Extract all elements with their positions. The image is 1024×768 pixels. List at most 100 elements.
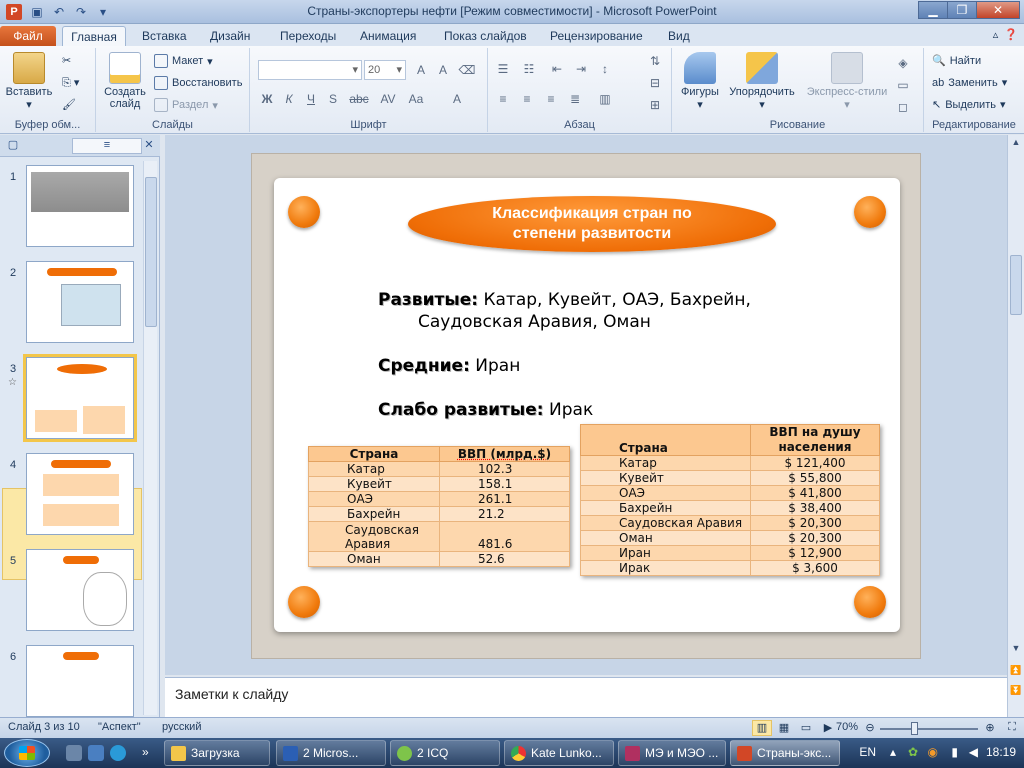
theme-name[interactable]: "Аспект" xyxy=(98,721,141,733)
section-button[interactable]: Раздел ▾ xyxy=(154,98,218,112)
smartart-icon[interactable]: ⊞ xyxy=(646,96,664,114)
start-button[interactable] xyxy=(4,739,50,767)
close-button[interactable]: ✕ xyxy=(976,1,1020,19)
columns-icon[interactable]: ▥ xyxy=(596,90,614,108)
help-icon[interactable]: ❓ xyxy=(1004,28,1018,41)
thumbnail-slide-3[interactable] xyxy=(23,354,137,442)
grow-font-icon[interactable]: A xyxy=(412,61,430,79)
reset-button[interactable]: Восстановить xyxy=(154,76,242,90)
find-button[interactable]: 🔍 Найти xyxy=(932,54,981,68)
zoom-slider-handle[interactable] xyxy=(911,722,918,735)
zoom-slider-track[interactable] xyxy=(880,728,978,730)
minimize-button[interactable]: ▁ xyxy=(918,1,948,19)
layout-button[interactable]: Макет ▾ xyxy=(154,54,213,68)
shadow-icon[interactable]: S xyxy=(324,90,342,108)
shape-outline-icon[interactable]: ▭ xyxy=(894,76,912,94)
shape-effects-icon[interactable]: ◻ xyxy=(894,98,912,116)
network-icon[interactable]: ▮ xyxy=(951,745,958,759)
thumbnail-slide-5[interactable] xyxy=(26,549,134,631)
tab-slideshow[interactable]: Показ слайдов xyxy=(436,26,535,46)
font-size-combo[interactable]: 20 ▾ xyxy=(364,60,406,80)
notes-pane[interactable]: Заметки к слайду xyxy=(165,677,1007,717)
thumbnail-slide-6[interactable] xyxy=(26,645,134,717)
zoom-out-icon[interactable]: ⊖ xyxy=(860,720,880,736)
task-browser[interactable]: Kate Lunko... xyxy=(504,740,614,766)
tab-file[interactable]: Файл xyxy=(0,26,56,46)
arrange-button[interactable]: Упорядочить ▾ xyxy=(724,52,800,111)
editor-vertical-scrollbar[interactable]: ▲ ▼ ⏫ ⏬ xyxy=(1007,135,1024,717)
previous-slide-icon[interactable]: ⏫ xyxy=(1010,665,1022,679)
thumbnail-slide-4[interactable] xyxy=(26,453,134,535)
tray-expand-icon[interactable]: ▴ xyxy=(890,745,896,759)
internet-explorer-icon[interactable] xyxy=(110,745,126,761)
align-text-icon[interactable]: ⊟ xyxy=(646,74,664,92)
shrink-font-icon[interactable]: A xyxy=(434,61,452,79)
scroll-up-icon[interactable]: ▲ xyxy=(1010,137,1022,151)
slide-title[interactable]: Классификация стран по степени развитост… xyxy=(408,196,776,252)
task-word[interactable]: 2 Micros... xyxy=(276,740,386,766)
align-right-icon[interactable]: ≡ xyxy=(542,90,560,108)
developed-countries-line2[interactable]: Саудовская Аравия, Оман xyxy=(418,312,651,332)
slideshow-view-icon[interactable]: ▶ xyxy=(818,720,838,736)
tab-animation[interactable]: Анимация xyxy=(352,26,424,46)
bold-icon[interactable]: Ж xyxy=(258,90,276,108)
close-panel-icon[interactable]: ✕ xyxy=(140,138,158,154)
scroll-down-icon[interactable]: ▼ xyxy=(1010,643,1022,657)
outline-tab-icon[interactable]: ≡ xyxy=(72,138,142,154)
thumbnail-slide-2[interactable] xyxy=(26,261,134,343)
restore-button[interactable]: ❐ xyxy=(947,1,977,19)
strikethrough-icon[interactable]: abc xyxy=(346,90,372,108)
slides-tab-icon[interactable]: ▢ xyxy=(4,138,22,154)
tab-view[interactable]: Вид xyxy=(660,26,698,46)
decrease-indent-icon[interactable]: ⇤ xyxy=(548,60,566,78)
weak-countries-line[interactable]: Слабо развитые: Ирак xyxy=(378,400,593,420)
quick-styles-button[interactable]: Экспресс-стили ▾ xyxy=(802,52,892,111)
replace-button[interactable]: ab Заменить ▾ xyxy=(932,76,1007,90)
copy-icon[interactable]: ⎘ ▾ xyxy=(62,76,79,90)
middle-countries-line[interactable]: Средние: Иран xyxy=(378,356,520,376)
slide-sorter-icon[interactable]: ▦ xyxy=(774,720,794,736)
fit-to-window-icon[interactable]: ⛶ xyxy=(1002,720,1022,736)
italic-icon[interactable]: К xyxy=(280,90,298,108)
language-indicator[interactable]: русский xyxy=(162,721,201,733)
input-language[interactable]: EN xyxy=(859,745,876,759)
underline-icon[interactable]: Ч xyxy=(302,90,320,108)
tab-insert[interactable]: Вставка xyxy=(134,26,195,46)
normal-view-icon[interactable]: ▥ xyxy=(752,720,772,736)
align-left-icon[interactable]: ≡ xyxy=(494,90,512,108)
tab-review[interactable]: Рецензирование xyxy=(542,26,651,46)
increase-indent-icon[interactable]: ⇥ xyxy=(572,60,590,78)
editor-scroll-thumb[interactable] xyxy=(1010,255,1022,315)
text-direction-icon[interactable]: ⇅ xyxy=(646,52,664,70)
format-painter-icon[interactable]: 🖌 xyxy=(62,98,76,111)
task-download[interactable]: Загрузка xyxy=(164,740,270,766)
font-color-icon[interactable]: A xyxy=(448,90,466,108)
font-name-combo[interactable]: ▾ xyxy=(258,60,362,80)
next-slide-icon[interactable]: ⏬ xyxy=(1010,685,1022,699)
line-spacing-icon[interactable]: ↕ xyxy=(596,60,614,78)
current-slide[interactable]: Классификация стран по степени развитост… xyxy=(274,178,900,632)
tab-transitions[interactable]: Переходы xyxy=(272,26,344,46)
shape-fill-icon[interactable]: ◈ xyxy=(894,54,912,72)
numbering-icon[interactable]: ☷ xyxy=(520,60,538,78)
clear-format-icon[interactable]: ⌫ xyxy=(458,61,476,79)
taskbar-overflow-icon[interactable]: » xyxy=(142,745,149,759)
tab-design[interactable]: Дизайн xyxy=(202,26,258,46)
explorer-icon[interactable] xyxy=(88,745,104,761)
reading-view-icon[interactable]: ▭ xyxy=(796,720,816,736)
tray-app-icon[interactable]: ◉ xyxy=(928,745,938,759)
gdp-table[interactable]: Страна ВВП (млрд.$) Катар 102.3 Кувейт 158… xyxy=(308,446,571,567)
shapes-button[interactable]: Фигуры ▾ xyxy=(678,52,722,111)
align-center-icon[interactable]: ≡ xyxy=(518,90,536,108)
cut-icon[interactable]: ✂ xyxy=(62,54,71,67)
select-button[interactable]: ↖ Выделить ▾ xyxy=(932,98,1006,112)
paste-button[interactable]: Вставить ▾ xyxy=(4,52,54,111)
justify-icon[interactable]: ≣ xyxy=(566,90,584,108)
tab-home[interactable]: Главная xyxy=(62,26,126,46)
slides-panel-scrollbar[interactable] xyxy=(143,161,157,715)
task-powerpoint[interactable]: Страны-экс... xyxy=(730,740,840,766)
new-slide-button[interactable]: Создать слайд xyxy=(100,52,150,110)
char-spacing-icon[interactable]: AV xyxy=(376,90,400,108)
show-desktop-icon[interactable] xyxy=(66,745,82,761)
clock[interactable]: 18:19 xyxy=(986,745,1016,759)
